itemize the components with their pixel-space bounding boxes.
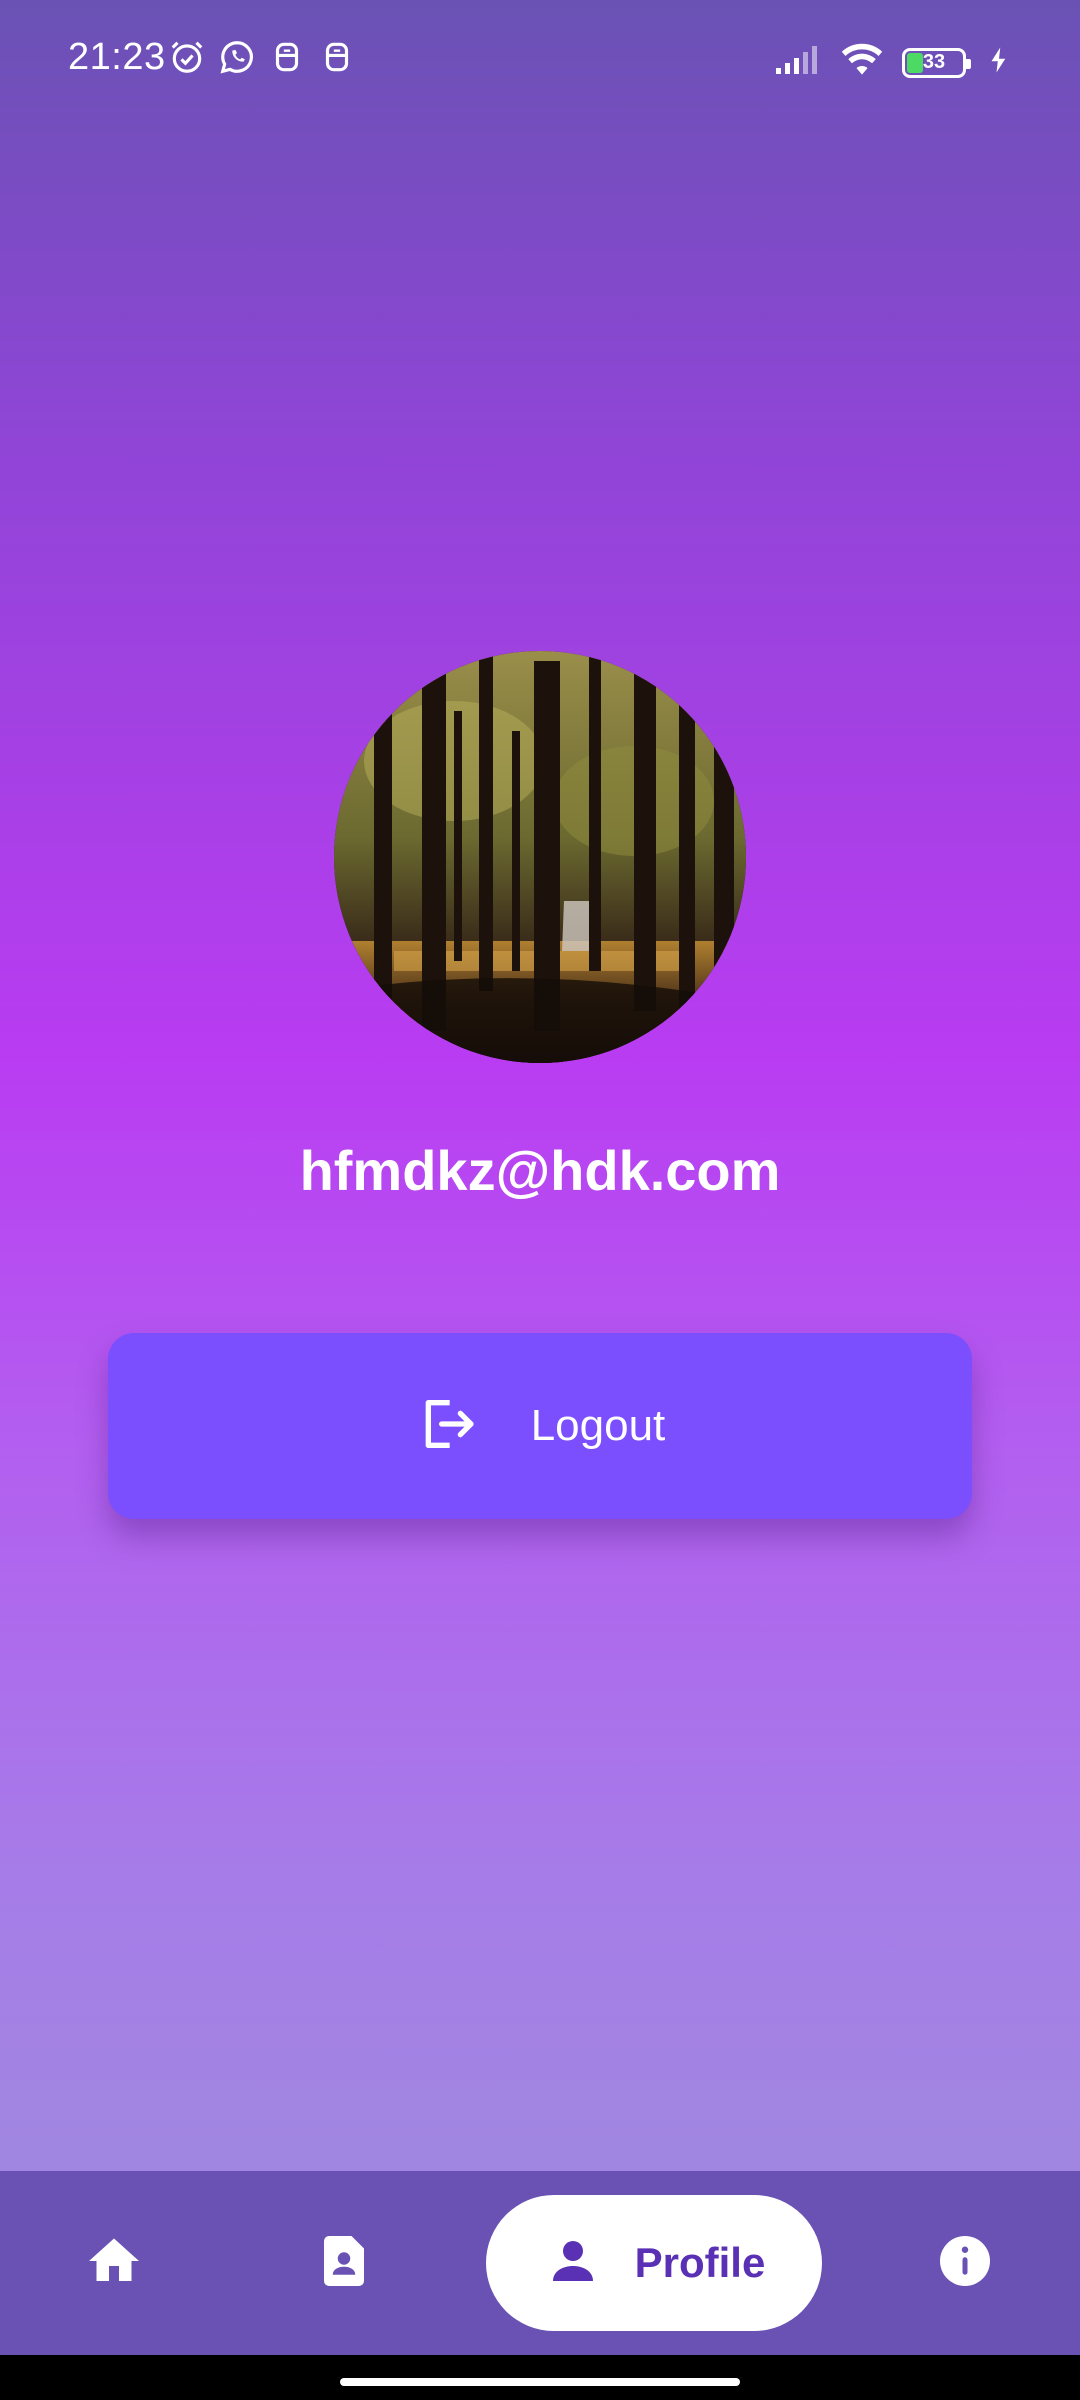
contact-card-icon — [314, 2231, 374, 2296]
gesture-navigation-bar — [0, 2355, 1080, 2400]
nav-item-home[interactable] — [64, 2195, 164, 2331]
status-bar: 21:23 33 — [0, 0, 1080, 118]
home-gesture-pill[interactable] — [340, 2378, 740, 2386]
nav-item-contacts[interactable] — [294, 2195, 394, 2331]
battery-icon: 33 — [902, 47, 971, 78]
status-time: 21:23 — [68, 36, 166, 78]
logout-label: Logout — [530, 1401, 666, 1450]
nav-profile-label: Profile — [634, 2239, 766, 2286]
wifi-icon — [840, 38, 884, 87]
person-icon — [543, 2231, 603, 2296]
status-system-icons: 33 — [774, 38, 1014, 87]
profile-email: hfmdkz@hdk.com — [299, 1139, 781, 1202]
home-icon — [84, 2231, 144, 2296]
logout-button[interactable]: Logout — [108, 1333, 972, 1519]
profile-avatar — [334, 651, 746, 1063]
whatsapp-icon — [218, 38, 256, 81]
signal-icon — [774, 44, 822, 81]
logout-icon — [415, 1392, 479, 1461]
battery-fill — [907, 52, 923, 73]
nav-item-info[interactable] — [915, 2195, 1015, 2331]
battery-level: 33 — [922, 51, 946, 73]
notification-app-icon — [268, 38, 306, 81]
alarm-icon — [168, 38, 206, 81]
nav-item-profile[interactable]: Profile — [486, 2195, 822, 2331]
info-icon — [935, 2231, 995, 2296]
charging-icon — [984, 45, 1014, 80]
notification-app-icon — [318, 38, 356, 81]
bottom-navigation: Profile — [0, 2171, 1080, 2355]
forest-photo — [334, 651, 746, 1063]
status-notification-icons — [168, 38, 356, 81]
